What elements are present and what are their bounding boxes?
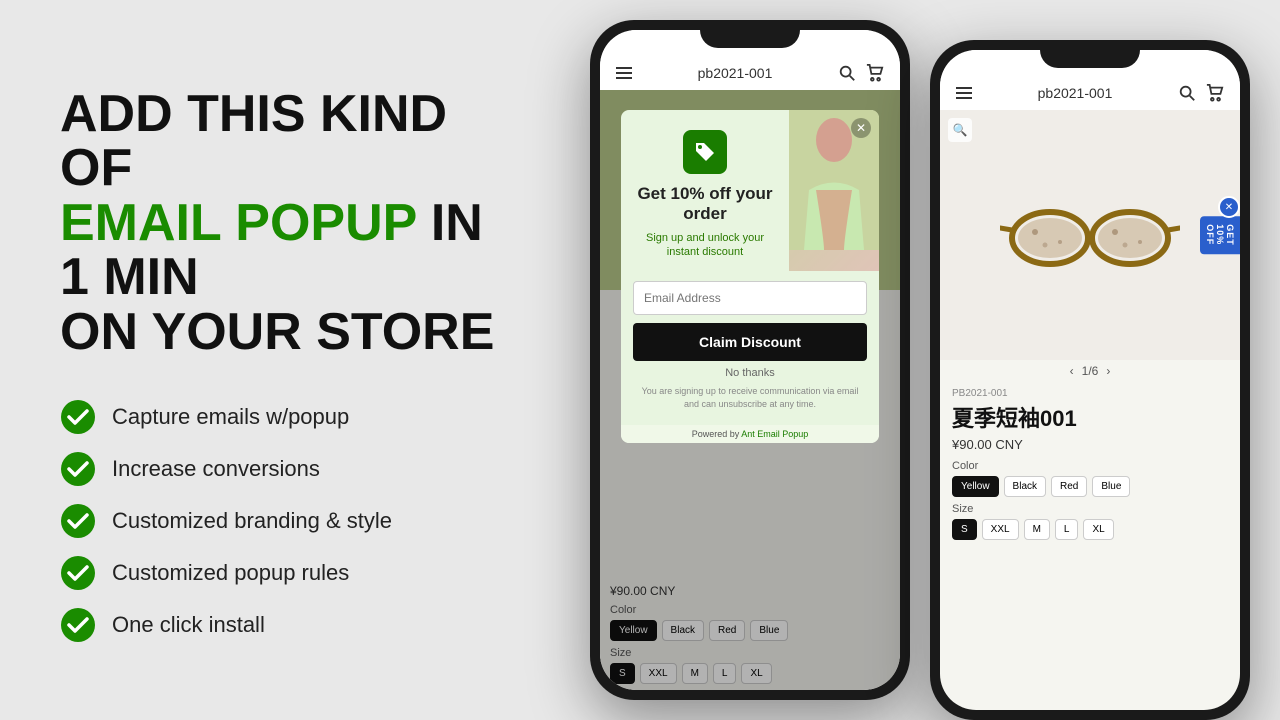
- phone2-size-section: Size SXXLMLXL: [952, 503, 1228, 540]
- phone1-inner: pb2021-001: [600, 30, 900, 690]
- glasses-svg: [1000, 200, 1180, 270]
- color-button[interactable]: Blue: [1092, 476, 1130, 497]
- phone1: pb2021-001: [590, 20, 910, 700]
- phone2-color-buttons: YellowBlackRedBlue: [952, 476, 1228, 497]
- headline-line3: ON YOUR STORE: [60, 305, 520, 360]
- size-button[interactable]: XL: [1083, 519, 1113, 540]
- email-input[interactable]: [633, 281, 867, 315]
- phone2-inner: pb2021-001: [940, 50, 1240, 710]
- popup-header: Get 10% off your order Sign up and unloc…: [621, 110, 879, 271]
- color-button[interactable]: Red: [1051, 476, 1087, 497]
- popup-powered-by: Powered by Ant Email Popup: [621, 425, 879, 443]
- phone2-notch: [1040, 40, 1140, 68]
- headline-line2: EMAIL POPUP IN 1 MIN: [60, 196, 520, 305]
- check-icon: [60, 399, 96, 435]
- phone2-cart-icon[interactable]: [1206, 84, 1224, 102]
- phone2-product-info: PB2021-001 夏季短袖001 ¥90.00 CNY Color Yell…: [940, 382, 1240, 710]
- phone2-color-section: Color YellowBlackRedBlue: [952, 460, 1228, 497]
- feature-item: One click install: [60, 607, 520, 643]
- feature-item: Capture emails w/popup: [60, 399, 520, 435]
- powered-by-link[interactable]: Ant Email Popup: [741, 429, 808, 439]
- phone1-icons: [838, 64, 884, 82]
- phone2-search-icon[interactable]: [1178, 84, 1196, 102]
- phone1-notch: [700, 20, 800, 48]
- feature-text: Increase conversions: [112, 456, 320, 482]
- claim-discount-button[interactable]: Claim Discount: [633, 323, 867, 361]
- phone2-size-label: Size: [952, 503, 1228, 515]
- popup-overlay: ✕ Get 10% off your order S: [600, 90, 900, 690]
- headline: ADD THIS KIND OF EMAIL POPUP IN 1 MIN ON…: [60, 87, 520, 360]
- no-thanks-link[interactable]: No thanks: [633, 367, 867, 379]
- check-icon: [60, 503, 96, 539]
- check-icon: [60, 607, 96, 643]
- prev-arrow[interactable]: ‹: [1070, 364, 1074, 378]
- features-list: Capture emails w/popup Increase conversi…: [60, 399, 520, 643]
- feature-item: Customized branding & style: [60, 503, 520, 539]
- next-arrow[interactable]: ›: [1106, 364, 1110, 378]
- powered-by-label: Powered by: [692, 429, 740, 439]
- popup-subtitle: Sign up and unlock your instant discount: [633, 231, 777, 260]
- image-nav: ‹ 1/6 ›: [940, 360, 1240, 382]
- feature-text: Customized branding & style: [112, 508, 392, 534]
- color-button[interactable]: Yellow: [952, 476, 999, 497]
- size-button[interactable]: M: [1024, 519, 1050, 540]
- tag-icon: [683, 130, 727, 174]
- popup-legal-text: You are signing up to receive communicat…: [633, 385, 867, 410]
- feature-text: Capture emails w/popup: [112, 404, 349, 430]
- check-icon: [60, 451, 96, 487]
- glasses-image-area: 🔍: [940, 110, 1240, 360]
- phone2-store-id: pb2021-001: [1038, 85, 1113, 101]
- search-icon[interactable]: [838, 64, 856, 82]
- size-button[interactable]: S: [952, 519, 977, 540]
- headline-line1: ADD THIS KIND OF: [60, 87, 520, 196]
- cart-icon[interactable]: [866, 64, 884, 82]
- phone2-hamburger-icon[interactable]: [956, 87, 972, 99]
- zoom-icon[interactable]: 🔍: [948, 118, 972, 142]
- phone2-color-label: Color: [952, 460, 1228, 472]
- color-button[interactable]: Black: [1004, 476, 1046, 497]
- email-popup: ✕ Get 10% off your order S: [621, 110, 879, 443]
- phone2: pb2021-001: [930, 40, 1250, 720]
- phone2-icons: [1178, 84, 1224, 102]
- popup-close-button[interactable]: ✕: [851, 118, 871, 138]
- side-tab[interactable]: GET 10% OFF: [1200, 216, 1240, 254]
- phone1-content: ✕ Get 10% off your order S: [600, 90, 900, 690]
- right-panel: pb2021-001: [560, 0, 1280, 720]
- side-tab-close-button[interactable]: ✕: [1218, 196, 1240, 218]
- size-button[interactable]: L: [1055, 519, 1079, 540]
- feature-item: Customized popup rules: [60, 555, 520, 591]
- popup-title: Get 10% off your order: [633, 184, 777, 225]
- popup-left: Get 10% off your order Sign up and unloc…: [621, 110, 789, 271]
- size-button[interactable]: XXL: [982, 519, 1019, 540]
- check-icon: [60, 555, 96, 591]
- product-sku: PB2021-001: [952, 388, 1228, 399]
- phone2-price: ¥90.00 CNY: [952, 437, 1228, 452]
- product-title: 夏季短袖001: [952, 401, 1228, 433]
- hamburger-icon[interactable]: [616, 67, 632, 79]
- feature-text: Customized popup rules: [112, 560, 349, 586]
- left-panel: ADD THIS KIND OF EMAIL POPUP IN 1 MIN ON…: [0, 0, 560, 720]
- feature-text: One click install: [112, 612, 265, 638]
- phone2-size-buttons: SXXLMLXL: [952, 519, 1228, 540]
- nav-counter: 1/6: [1082, 364, 1099, 378]
- popup-body: Claim Discount No thanks You are signing…: [621, 271, 879, 424]
- feature-item: Increase conversions: [60, 451, 520, 487]
- headline-green: EMAIL POPUP: [60, 194, 416, 252]
- phone1-store-id: pb2021-001: [698, 65, 773, 81]
